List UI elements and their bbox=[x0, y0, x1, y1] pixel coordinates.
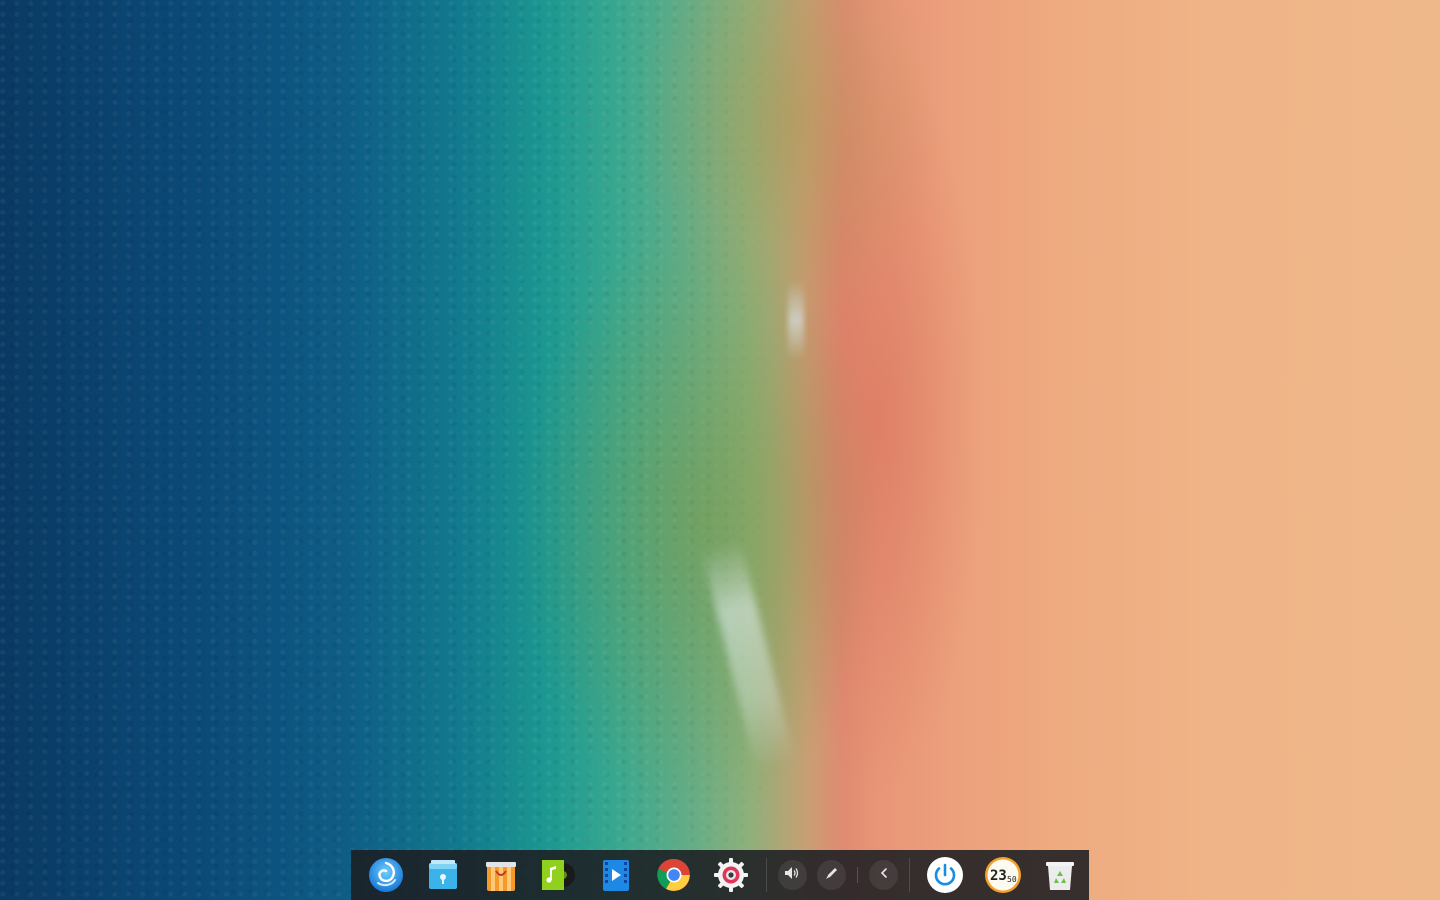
dock-separator bbox=[765, 858, 767, 892]
file-manager-icon bbox=[425, 857, 461, 893]
wallpaper-foam-small bbox=[788, 280, 804, 360]
clock-hours: 23 bbox=[990, 868, 1007, 884]
chrome-icon bbox=[656, 857, 692, 893]
app-store-icon bbox=[483, 857, 519, 893]
movie-button[interactable] bbox=[592, 850, 641, 900]
app-store-button[interactable] bbox=[477, 850, 526, 900]
trash-button[interactable] bbox=[1036, 850, 1085, 900]
clock-icon: 23 50 bbox=[984, 856, 1022, 894]
control-center-button[interactable] bbox=[707, 850, 756, 900]
settings-gear-icon bbox=[712, 856, 750, 894]
dock-separator-2 bbox=[909, 858, 911, 892]
power-icon bbox=[926, 856, 964, 894]
music-icon bbox=[539, 857, 577, 893]
dock: 23 50 bbox=[351, 850, 1089, 900]
movie-icon bbox=[598, 857, 634, 893]
pen-icon bbox=[825, 866, 839, 884]
clock-widget[interactable]: 23 50 bbox=[978, 850, 1027, 900]
expand-tray-button[interactable] bbox=[869, 860, 899, 890]
tray-separator bbox=[857, 867, 859, 883]
volume-button[interactable] bbox=[777, 860, 808, 890]
shutdown-button[interactable] bbox=[921, 850, 970, 900]
pen-button[interactable] bbox=[817, 860, 847, 890]
trash-icon bbox=[1042, 857, 1078, 893]
chevron-left-icon bbox=[879, 867, 889, 883]
launcher-button[interactable] bbox=[362, 850, 411, 900]
deepin-launcher-icon bbox=[367, 856, 405, 894]
clock-minutes: 50 bbox=[1007, 875, 1017, 884]
wallpaper-texture bbox=[0, 0, 1440, 900]
music-button[interactable] bbox=[534, 850, 583, 900]
file-manager-button[interactable] bbox=[419, 850, 468, 900]
chrome-button[interactable] bbox=[649, 850, 698, 900]
volume-icon bbox=[784, 866, 800, 884]
desktop[interactable]: 23 50 bbox=[0, 0, 1440, 900]
